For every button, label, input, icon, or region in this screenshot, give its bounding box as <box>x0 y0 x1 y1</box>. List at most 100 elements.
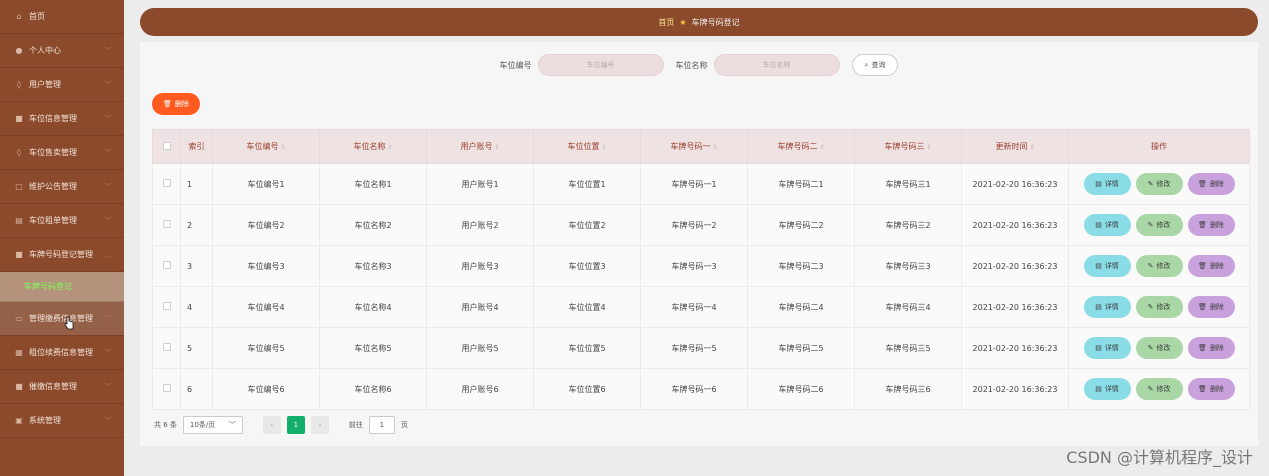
chevron-up-icon: ︿ <box>105 251 112 259</box>
detail-button[interactable]: ▤ 详情 <box>1083 255 1131 277</box>
data-table: 索引 车位编号 ⇕ 车位名称 ⇕ 用户账号 ⇕ 车位位置 ⇕ 车牌号码一 ⇕ 车牌号码二 ⇕… <box>152 129 1250 410</box>
total-count: 共 6 条 <box>154 421 177 429</box>
edit-button[interactable]: ✎ 修改 <box>1135 337 1183 359</box>
column-header-spot-name[interactable]: 车位名称 ⇕ <box>319 129 427 164</box>
table-cell: 用户账号6 <box>426 368 534 410</box>
select-all-checkbox[interactable] <box>152 129 181 164</box>
home-icon: ⌂ <box>16 12 22 21</box>
document-icon: ▤ <box>1095 303 1102 311</box>
table-cell: 车位名称6 <box>319 368 427 410</box>
document-icon: ▤ <box>1095 180 1102 188</box>
table-cell: 4 <box>180 286 213 328</box>
sidebar-item-label: 个人中心 <box>29 46 61 55</box>
location-icon: ◊ <box>17 148 21 157</box>
table-cell: 车牌号码一2 <box>640 204 748 246</box>
goto-page-input[interactable]: 1 <box>368 416 395 434</box>
table-cell: 车位编号2 <box>212 204 320 246</box>
detail-button[interactable]: ▤ 详情 <box>1083 378 1131 400</box>
detail-button[interactable]: ▤ 详情 <box>1083 296 1131 318</box>
sidebar-item-label: 用户管理 <box>29 80 61 89</box>
prev-page-button[interactable]: ‹ <box>262 416 281 434</box>
table-cell: 2021-02-20 16:36:23 <box>961 204 1069 246</box>
row-checkbox[interactable] <box>152 368 181 410</box>
sort-icon: ⇕ <box>280 144 286 151</box>
delete-button-label: 删除 <box>174 100 189 108</box>
column-header-updated-time[interactable]: 更新时间 ⇕ <box>961 129 1069 164</box>
next-page-button[interactable]: › <box>310 416 329 434</box>
delete-button[interactable]: 🗑 删除 <box>1187 214 1235 236</box>
chevron-down-icon: ﹀ <box>228 421 236 429</box>
table-cell: 用户账号3 <box>426 245 534 287</box>
row-checkbox[interactable] <box>152 245 181 287</box>
chevron-down-icon: ﹀ <box>105 217 112 225</box>
row-checkbox[interactable] <box>152 163 181 205</box>
sidebar-item-home[interactable]: ⌂ 首页 <box>0 0 124 34</box>
sidebar-item-label: 系统管理 <box>29 416 61 425</box>
column-header-user-account[interactable]: 用户账号 ⇕ <box>426 129 534 164</box>
table-cell: 车牌号码一4 <box>640 286 748 328</box>
search-label-spot-name: 车位名称 <box>675 60 708 70</box>
table-cell: 车牌号码三6 <box>854 368 962 410</box>
row-checkbox[interactable] <box>152 204 181 246</box>
table-cell: 车位位置3 <box>533 245 641 287</box>
delete-button[interactable]: 🗑 删除 <box>1187 296 1235 318</box>
detail-button[interactable]: ▤ 详情 <box>1083 173 1131 195</box>
sidebar-item-notices[interactable]: □ 维护公告管理 ﹀ <box>0 170 124 204</box>
table-cell: 车牌号码三2 <box>854 204 962 246</box>
edit-button[interactable]: ✎ 修改 <box>1135 378 1183 400</box>
edit-button[interactable]: ✎ 修改 <box>1135 214 1183 236</box>
document-icon: ▤ <box>1095 221 1102 229</box>
trash-icon: 🗑 <box>1198 180 1207 188</box>
sidebar-item-plate-registration[interactable]: ■ 车牌号码登记管理 ︿ <box>0 238 124 272</box>
table-cell: 车位名称5 <box>319 327 427 369</box>
chevron-down-icon: ﹀ <box>105 115 112 123</box>
page-size-select[interactable]: 10条/页 ﹀ <box>182 416 243 434</box>
delete-button[interactable]: 🗑 删除 <box>1187 255 1235 277</box>
main-content: 首页 ★ 车牌号码登记 车位编号 车位编号 车位名称 车位名称 ⌕ 查询 🗑 删除 … <box>124 0 1269 476</box>
chevron-down-icon: ﹀ <box>105 349 112 357</box>
sidebar-item-system[interactable]: ▣ 系统管理 ﹀ <box>0 404 124 438</box>
edit-button[interactable]: ✎ 修改 <box>1135 173 1183 195</box>
sidebar-item-label: 催缴信息管理 <box>29 382 77 391</box>
edit-button[interactable]: ✎ 修改 <box>1135 255 1183 277</box>
table-cell: 车牌号码二5 <box>747 327 855 369</box>
pencil-icon: ✎ <box>1147 180 1154 188</box>
delete-button[interactable]: 🗑 删除 <box>1187 173 1235 195</box>
sidebar-item-payments[interactable]: ▭ 管理缴费信息管理 ﹀ <box>0 302 124 336</box>
sidebar-item-renewals[interactable]: ▦ 租位续费信息管理 ﹀ <box>0 336 124 370</box>
delete-button[interactable]: 🗑 删除 <box>1187 378 1235 400</box>
column-header-plate-three[interactable]: 车牌号码三 ⇕ <box>854 129 962 164</box>
sidebar-item-profile[interactable]: ● 个人中心 ﹀ <box>0 34 124 68</box>
batch-delete-button[interactable]: 🗑 删除 <box>152 93 200 115</box>
spot-number-input[interactable]: 车位编号 <box>537 54 664 76</box>
column-header-plate-one[interactable]: 车牌号码一 ⇕ <box>640 129 748 164</box>
search-button[interactable]: ⌕ 查询 <box>851 54 899 76</box>
document-icon: ▤ <box>1095 344 1102 352</box>
breadcrumb-home[interactable]: 首页 <box>658 17 674 28</box>
breadcrumb: 首页 ★ 车牌号码登记 <box>140 8 1258 36</box>
table-cell: 车位编号5 <box>212 327 320 369</box>
row-checkbox[interactable] <box>152 286 181 328</box>
table-cell: 2021-02-20 16:36:23 <box>961 327 1069 369</box>
delete-button[interactable]: 🗑 删除 <box>1187 337 1235 359</box>
column-header-spot-location[interactable]: 车位位置 ⇕ <box>533 129 641 164</box>
sidebar: ⌂ 首页 ● 个人中心 ﹀ ◊ 用户管理 ﹀ ■ 车位信息管理 ﹀ ◊ 车位售卖管理 ﹀ □ 维护公… <box>0 0 124 476</box>
car-icon: ■ <box>15 250 23 259</box>
sidebar-item-parking-info[interactable]: ■ 车位信息管理 ﹀ <box>0 102 124 136</box>
column-header-plate-two[interactable]: 车牌号码二 ⇕ <box>747 129 855 164</box>
page-button-current[interactable]: 1 <box>286 416 305 434</box>
column-header-spot-number[interactable]: 车位编号 ⇕ <box>212 129 320 164</box>
chevron-down-icon: ﹀ <box>105 315 112 323</box>
table-cell: 车位编号1 <box>212 163 320 205</box>
sidebar-item-users[interactable]: ◊ 用户管理 ﹀ <box>0 68 124 102</box>
detail-button[interactable]: ▤ 详情 <box>1083 337 1131 359</box>
detail-button[interactable]: ▤ 详情 <box>1083 214 1131 236</box>
sidebar-item-label: 车位租单管理 <box>29 216 77 225</box>
sidebar-item-rentals[interactable]: ▤ 车位租单管理 ﹀ <box>0 204 124 238</box>
edit-button[interactable]: ✎ 修改 <box>1135 296 1183 318</box>
sidebar-subitem-plate-registration[interactable]: 车牌号码登记 <box>0 272 124 302</box>
spot-name-input[interactable]: 车位名称 <box>713 54 840 76</box>
row-checkbox[interactable] <box>152 327 181 369</box>
sidebar-item-parking-sales[interactable]: ◊ 车位售卖管理 ﹀ <box>0 136 124 170</box>
sidebar-item-reminders[interactable]: ■ 催缴信息管理 ﹀ <box>0 370 124 404</box>
